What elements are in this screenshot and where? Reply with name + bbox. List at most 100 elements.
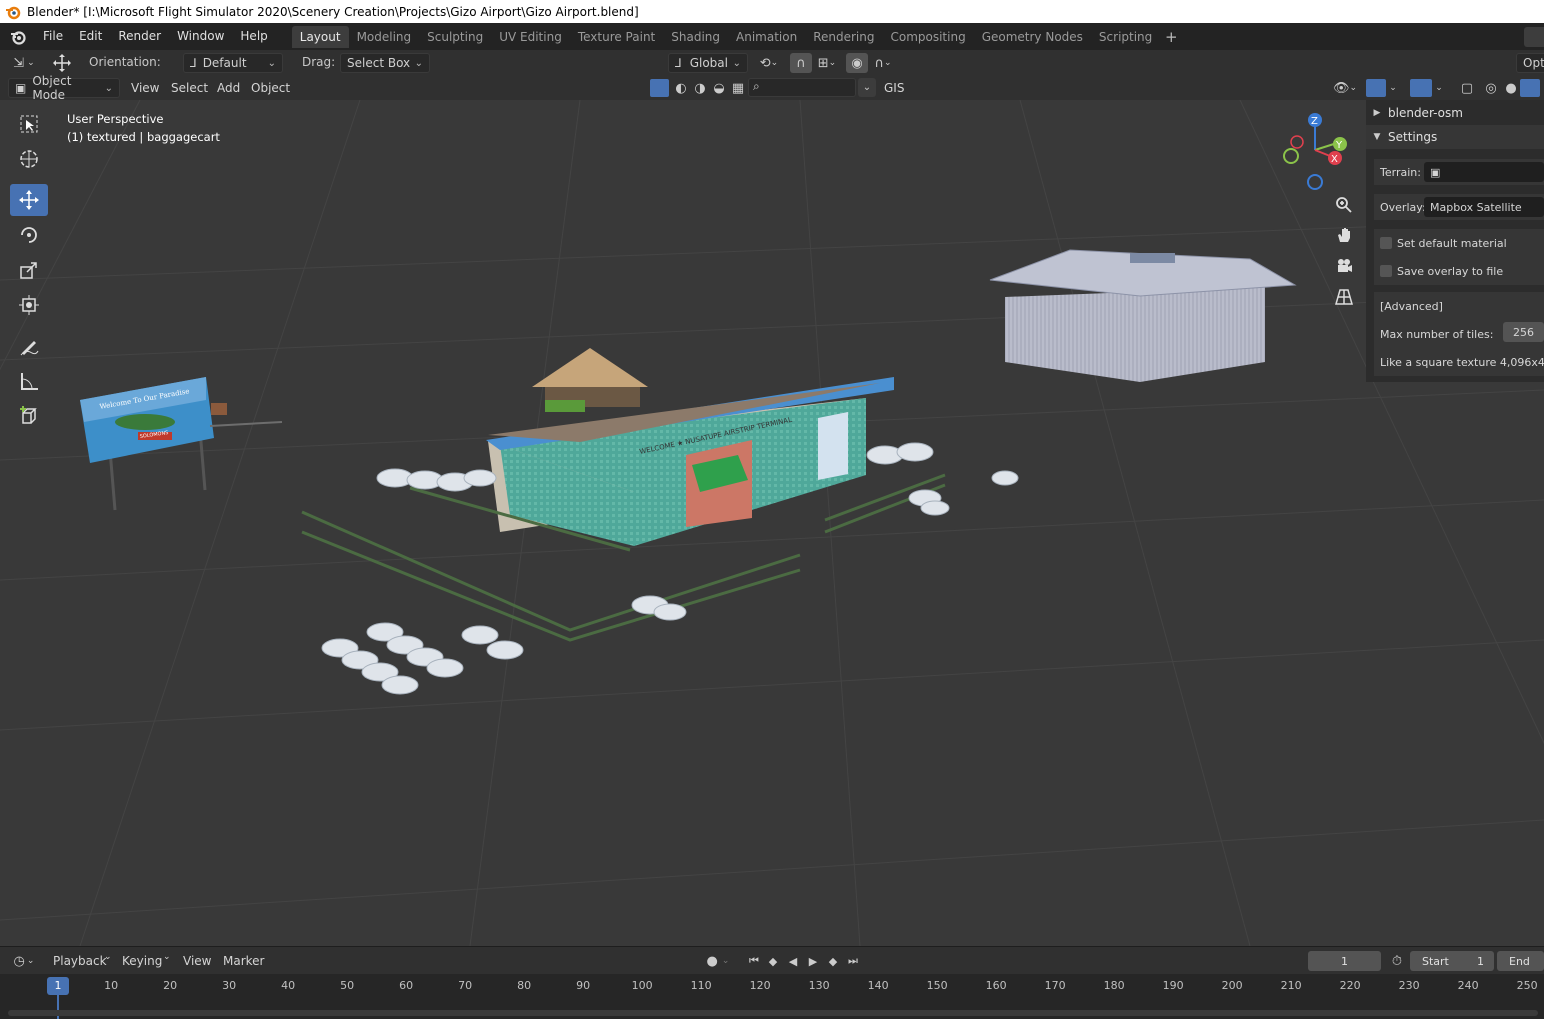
menu-file[interactable]: File — [35, 23, 71, 50]
cursor-tool-icon[interactable] — [10, 143, 48, 175]
gis-menu[interactable]: GIS — [884, 81, 904, 95]
playhead[interactable]: 1 — [47, 977, 69, 995]
axis-neg-z-handle[interactable] — [1307, 174, 1323, 190]
viewport-menu-select[interactable]: Select — [171, 81, 208, 95]
proportional-editing-icon[interactable]: ◉ — [846, 53, 868, 73]
drag-dropdown[interactable]: Select Box ⌄ — [340, 53, 430, 73]
timeline-menu-view[interactable]: View — [183, 954, 211, 968]
visibility-eye-icon[interactable]: 👁 ⌄ — [1330, 78, 1360, 98]
add-workspace-icon[interactable]: + — [1160, 28, 1182, 46]
save-overlay-option[interactable]: Save overlay to file — [1380, 265, 1503, 278]
gis-grid-icon[interactable]: ▦ — [727, 78, 749, 98]
current-frame-field[interactable]: 1 — [1308, 951, 1381, 971]
timeline-tick: 70 — [458, 979, 473, 992]
menu-window[interactable]: Window — [169, 23, 232, 50]
scene-selector-button[interactable] — [1524, 27, 1544, 47]
overlay-dropdown[interactable]: Mapbox Satellite — [1424, 197, 1544, 217]
record-icon[interactable]: ● ⌄ — [700, 951, 736, 971]
play-icon[interactable]: ▶ — [804, 951, 822, 971]
transform-orientation-dropdown[interactable]: ⅃ Global ⌄ — [668, 53, 748, 73]
mode-dropdown[interactable]: ▣ Object Mode ⌄ — [8, 74, 120, 102]
terrain-label: Terrain: — [1380, 165, 1421, 179]
3d-viewport[interactable]: Welcome To Our Paradise SOLOMONS WELCOME… — [0, 100, 1544, 946]
tab-modeling[interactable]: Modeling — [349, 26, 420, 48]
orientation-dropdown[interactable]: ⅃ Default ⌄ — [183, 53, 283, 73]
tab-layout[interactable]: Layout — [291, 25, 349, 48]
tab-uv-editing[interactable]: UV Editing — [491, 26, 570, 48]
jump-end-icon[interactable]: ⏭ — [844, 951, 862, 971]
gis-search-field[interactable]: ⌕ — [748, 78, 856, 97]
select-mode-icon[interactable] — [650, 79, 669, 97]
save-overlay-checkbox[interactable] — [1380, 265, 1392, 277]
axis-neg-y-handle[interactable] — [1283, 148, 1299, 164]
axis-x-label: X — [1331, 154, 1338, 165]
blender-menu-icon[interactable] — [9, 28, 27, 46]
menu-help[interactable]: Help — [232, 23, 275, 50]
settings-panel-header[interactable]: ▼ Settings — [1366, 125, 1544, 149]
tab-rendering[interactable]: Rendering — [805, 26, 882, 48]
global-axes-icon: ⅃ — [675, 56, 682, 70]
snap-magnet-icon[interactable]: ∩ — [790, 53, 812, 73]
editor-type-icon[interactable]: ⇲ ⌄ — [8, 53, 40, 73]
material-shading-icon[interactable] — [1520, 79, 1540, 97]
transform-tool-icon[interactable] — [10, 289, 48, 321]
tab-scripting[interactable]: Scripting — [1091, 26, 1160, 48]
tab-compositing[interactable]: Compositing — [882, 26, 973, 48]
timeline-scrollbar[interactable] — [8, 1010, 1538, 1016]
camera-view-icon[interactable] — [1332, 254, 1356, 278]
menu-render[interactable]: Render — [110, 23, 169, 50]
perspective-grid-icon[interactable] — [1332, 285, 1356, 309]
prev-keyframe-icon[interactable]: ◆ — [764, 951, 782, 971]
menu-edit[interactable]: Edit — [71, 23, 110, 50]
tab-geometry-nodes[interactable]: Geometry Nodes — [974, 26, 1091, 48]
snap-target-icon[interactable]: ⊞ ⌄ — [812, 53, 842, 73]
xray-toggle-icon[interactable]: ▢ — [1456, 78, 1478, 98]
play-reverse-icon[interactable]: ◀ — [784, 951, 802, 971]
blender-osm-panel-header[interactable]: ▶ blender-osm — [1366, 101, 1544, 125]
wireframe-shading-icon[interactable]: ◎ — [1480, 78, 1502, 98]
timeline-editor-type-icon[interactable]: ◷ ⌄ — [8, 951, 40, 971]
falloff-icon[interactable]: ∩ ⌄ — [868, 53, 898, 73]
rotate-tool-icon[interactable] — [10, 219, 48, 251]
chevron-down-icon[interactable]: ⌄ — [1386, 78, 1400, 98]
next-keyframe-icon[interactable]: ◆ — [824, 951, 842, 971]
axis-neg-x-handle[interactable] — [1290, 135, 1304, 149]
pan-hand-icon[interactable] — [1332, 223, 1356, 247]
add-cube-tool-icon[interactable] — [10, 400, 48, 432]
annotate-tool-icon[interactable] — [10, 330, 48, 362]
terrain-field[interactable]: ▣ — [1424, 162, 1544, 182]
tab-texture-paint[interactable]: Texture Paint — [570, 26, 663, 48]
zoom-icon[interactable] — [1332, 193, 1356, 217]
overlay-toggle-icon[interactable] — [1410, 79, 1432, 97]
scale-tool-icon[interactable] — [10, 254, 48, 286]
tab-shading[interactable]: Shading — [663, 26, 728, 48]
viewport-menu-add[interactable]: Add — [217, 81, 240, 95]
default-material-option[interactable]: Set default material — [1380, 237, 1507, 250]
move-tool-icon[interactable] — [50, 53, 74, 73]
tab-sculpting[interactable]: Sculpting — [419, 26, 491, 48]
search-options-icon[interactable]: ⌄ — [858, 78, 876, 97]
measure-tool-icon[interactable] — [10, 365, 48, 397]
chevron-down-icon[interactable]: ⌄ — [1432, 78, 1446, 98]
timeline-tick: 230 — [1398, 979, 1420, 992]
max-tiles-field[interactable]: 256 — [1503, 322, 1544, 342]
timeline-menu-keying[interactable]: Keying — [122, 954, 162, 968]
timeline-menu-playback[interactable]: Playback — [53, 954, 107, 968]
jump-start-icon[interactable]: ⏮ — [745, 951, 763, 971]
end-frame-field[interactable]: End — [1497, 951, 1544, 971]
select-box-icon[interactable] — [10, 108, 48, 140]
timeline-area[interactable]: 1 10 20 30 40 50 60 70 80 90 100 110 120 130 140 150 16… — [0, 974, 1544, 1019]
solid-shading-icon[interactable]: ● — [1500, 78, 1522, 98]
timeline-menu-marker[interactable]: Marker — [223, 954, 264, 968]
options-button[interactable]: Opti — [1516, 53, 1544, 73]
default-material-checkbox[interactable] — [1380, 237, 1392, 249]
tab-animation[interactable]: Animation — [728, 26, 805, 48]
navigation-gizmo[interactable]: Z Y X — [1275, 108, 1355, 192]
start-frame-field[interactable]: Start 1 — [1410, 951, 1494, 971]
viewport-menu-object[interactable]: Object — [251, 81, 290, 95]
stopwatch-icon[interactable]: ⏱ — [1387, 951, 1407, 971]
pivot-point-icon[interactable]: ⟲ ⌄ — [754, 53, 784, 73]
viewport-menu-view[interactable]: View — [131, 81, 159, 95]
move-tool-icon[interactable] — [10, 184, 48, 216]
gizmo-toggle-icon[interactable] — [1366, 79, 1386, 97]
